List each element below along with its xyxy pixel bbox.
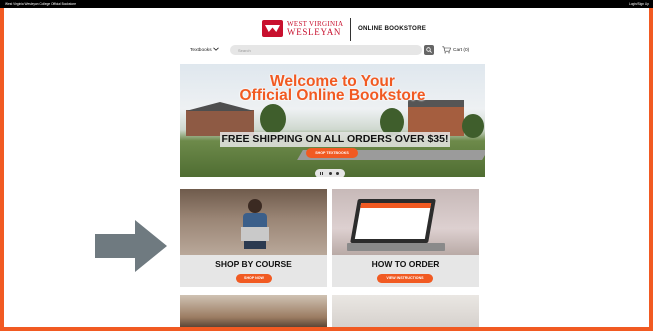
- card-title: SHOP BY COURSE: [215, 259, 292, 269]
- search-button[interactable]: [424, 45, 434, 55]
- screen-header: [360, 203, 432, 208]
- pause-icon[interactable]: [320, 172, 321, 175]
- free-shipping-banner: FREE SHIPPING ON ALL ORDERS OVER $35!: [220, 132, 450, 147]
- laptop-keyboard: [347, 243, 445, 251]
- textbooks-menu[interactable]: Textbooks: [190, 47, 219, 53]
- login-link[interactable]: Login/Sign Up: [629, 0, 649, 8]
- carousel-dot[interactable]: [329, 172, 332, 175]
- laptop-photo: [332, 189, 479, 255]
- search-input[interactable]: Search: [230, 45, 422, 55]
- laptop-screen: [354, 203, 432, 239]
- carousel-dot-active[interactable]: [336, 172, 339, 175]
- books-card[interactable]: [180, 295, 327, 327]
- school-name-line2: WESLEYAN: [287, 27, 342, 37]
- school-name: WEST VIRGINIA WESLEYAN: [287, 21, 343, 37]
- logo-divider: [350, 18, 351, 41]
- carousel-controls: [315, 169, 345, 177]
- pause-icon-bar: [322, 172, 323, 175]
- textbooks-label: Textbooks: [190, 48, 212, 53]
- top-bar: West Virginia Wesleyan College Official …: [0, 0, 653, 8]
- cart-icon: [442, 46, 451, 54]
- nav-bar: Textbooks Search Cart (0): [190, 45, 490, 57]
- arrow-right-icon: [95, 220, 167, 272]
- card-title: HOW TO ORDER: [371, 259, 440, 269]
- shop-by-course-card[interactable]: SHOP BY COURSE SHOP NOW: [180, 189, 327, 287]
- student-illustration: [241, 199, 269, 249]
- tree: [260, 104, 286, 134]
- page-content: WEST VIRGINIA WESLEYAN ONLINE BOOKSTORE …: [4, 8, 649, 327]
- hero-banner: Welcome to Your Official Online Bookstor…: [180, 64, 485, 177]
- hero-title-line2: Official Online Bookstore: [239, 87, 426, 104]
- chevron-down-icon: [213, 47, 219, 53]
- search-placeholder: Search: [238, 47, 251, 53]
- search-icon: [426, 47, 432, 53]
- tree: [462, 114, 484, 138]
- college-name: West Virginia Wesleyan College Official …: [5, 2, 76, 6]
- store-logo[interactable]: WEST VIRGINIA WESLEYAN ONLINE BOOKSTORE: [262, 18, 426, 42]
- shop-now-button[interactable]: SHOP NOW: [236, 274, 272, 283]
- shop-textbooks-button[interactable]: SHOP TEXTBOOKS: [306, 148, 358, 158]
- student-photo: [180, 189, 327, 255]
- wesleyan-crest-icon: [262, 20, 283, 37]
- view-instructions-button[interactable]: VIEW INSTRUCTIONS: [377, 274, 433, 283]
- typing-card[interactable]: [332, 295, 479, 327]
- cart-label: Cart (0): [453, 47, 470, 53]
- laptop-illustration: [350, 199, 436, 243]
- store-name: ONLINE BOOKSTORE: [358, 25, 427, 32]
- how-to-order-card[interactable]: HOW TO ORDER VIEW INSTRUCTIONS: [332, 189, 479, 287]
